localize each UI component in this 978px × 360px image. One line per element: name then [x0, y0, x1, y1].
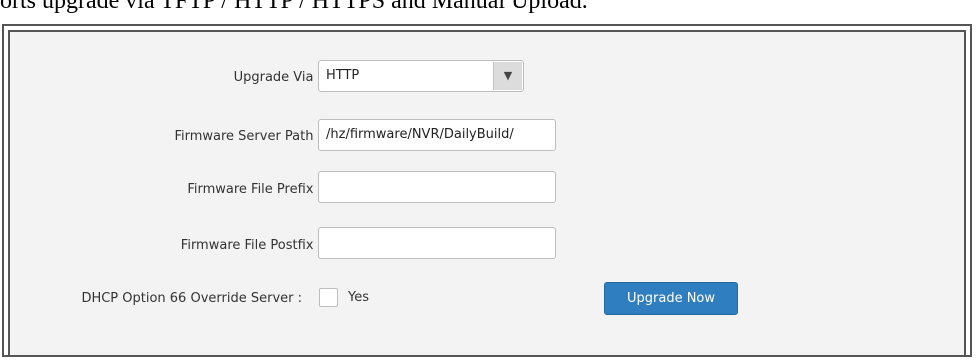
dhcp-override-label: DHCP Option 66 Override Server : — [81, 291, 302, 306]
document-caption: orts upgrade via TFTP / HTTP / HTTPS and… — [0, 0, 588, 14]
dhcp-override-yes-label: Yes — [348, 290, 369, 305]
file-postfix-input[interactable] — [318, 227, 556, 259]
server-path-input[interactable]: /hz/firmware/NVR/DailyBuild/ — [318, 119, 556, 151]
upgrade-now-button[interactable]: Upgrade Now — [604, 282, 738, 315]
file-postfix-label: Firmware File Postfix : — [180, 238, 322, 253]
file-prefix-input[interactable] — [318, 171, 556, 203]
dhcp-override-checkbox[interactable] — [319, 288, 338, 307]
upgrade-via-label: Upgrade Via : — [233, 70, 322, 85]
upgrade-via-value: HTTP — [326, 68, 360, 83]
upgrade-form-panel: Upgrade Via : HTTP ▼ Firmware Server Pat… — [8, 30, 966, 355]
server-path-label: Firmware Server Path : — [174, 129, 322, 144]
file-prefix-label: Firmware File Prefix : — [187, 182, 322, 197]
screenshot-frame: Upgrade Via : HTTP ▼ Firmware Server Pat… — [2, 24, 972, 357]
upgrade-via-select[interactable]: HTTP ▼ — [318, 60, 524, 92]
chevron-down-icon[interactable]: ▼ — [493, 62, 522, 90]
